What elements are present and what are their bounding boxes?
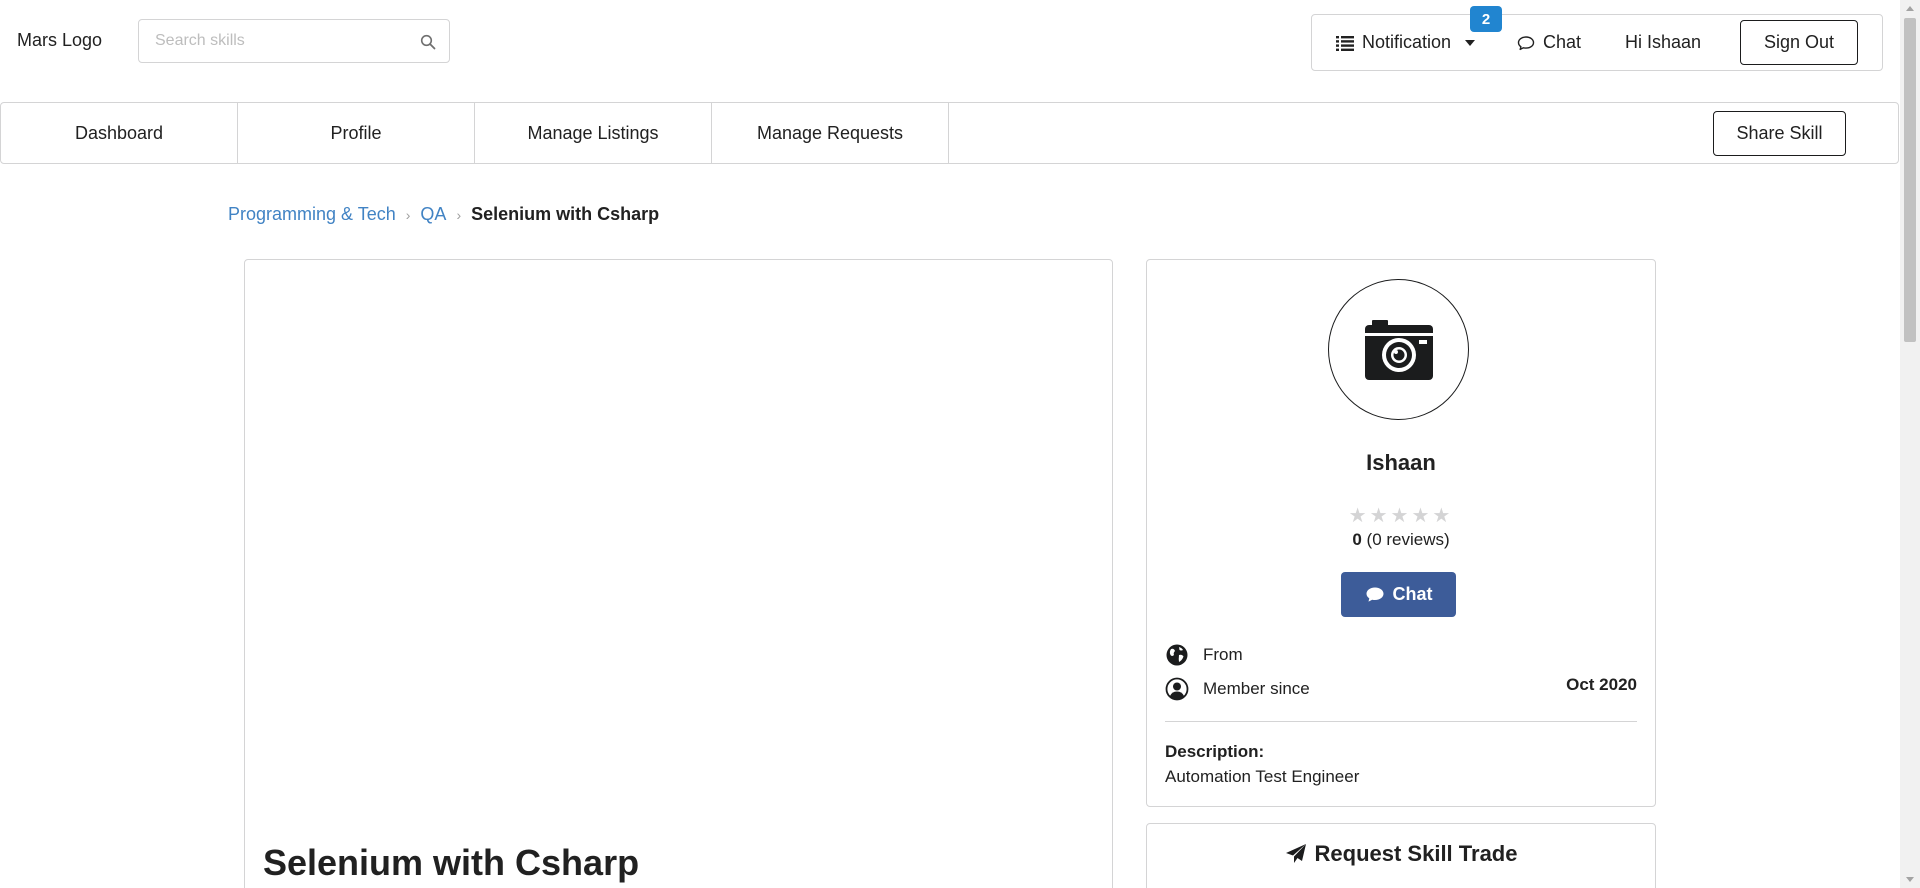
request-skill-trade-button[interactable]: Request Skill Trade <box>1147 841 1655 867</box>
request-skill-trade-card: Request Skill Trade <box>1146 823 1656 888</box>
nav-item-manage-requests[interactable]: Manage Requests <box>712 103 949 163</box>
caret-down-icon <box>1465 39 1476 46</box>
breadcrumb-category-link[interactable]: Programming & Tech <box>228 204 396 225</box>
rating-summary: 0 (0 reviews) <box>1147 530 1655 550</box>
chat-button-label: Chat <box>1392 584 1433 604</box>
star-rating: ★★★★★ <box>1348 505 1454 527</box>
skill-detail-card: Selenium with Csharp <box>244 259 1113 888</box>
member-since-value: Oct 2020 <box>1566 675 1637 694</box>
chat-bubble-icon <box>1517 35 1535 50</box>
share-skill-button[interactable]: Share Skill <box>1713 111 1846 156</box>
seller-name: Ishaan <box>1366 450 1436 475</box>
top-menu: Notification 2 Chat Hi Ishaan Sign Out <box>1311 6 1883 71</box>
breadcrumb-current: Selenium with Csharp <box>471 204 660 224</box>
request-skill-trade-label: Request Skill Trade <box>1314 841 1518 866</box>
chat-label: Chat <box>1543 32 1582 52</box>
user-greeting[interactable]: Hi Ishaan <box>1625 15 1701 70</box>
breadcrumb-divider: › <box>456 206 462 223</box>
vertical-scrollbar[interactable] <box>1900 0 1920 888</box>
site-logo[interactable]: Mars Logo <box>17 30 102 51</box>
avatar[interactable] <box>1328 279 1469 420</box>
description-value: Automation Test Engineer <box>1165 767 1360 786</box>
chat-bubble-icon <box>1366 587 1383 602</box>
paper-plane-icon <box>1285 844 1306 863</box>
skill-title: Selenium with Csharp <box>263 842 640 883</box>
sign-out-button[interactable]: Sign Out <box>1740 20 1858 65</box>
breadcrumb: Programming & Tech › QA › Selenium with … <box>228 204 659 225</box>
globe-icon <box>1166 644 1188 666</box>
search-box <box>138 19 450 63</box>
main-nav-menu: Dashboard Profile Manage Listings Manage… <box>0 102 1899 164</box>
review-count: (0 reviews) <box>1366 530 1450 549</box>
rating-value: 0 <box>1352 530 1362 549</box>
user-circle-icon <box>1165 677 1189 701</box>
from-label: From <box>1203 645 1243 664</box>
search-input[interactable] <box>139 20 409 62</box>
scrollbar-thumb[interactable] <box>1904 18 1916 342</box>
notification-count-badge: 2 <box>1470 6 1502 32</box>
divider <box>1165 721 1637 722</box>
nav-item-dashboard[interactable]: Dashboard <box>1 103 238 163</box>
description-label: Description: <box>1165 742 1265 761</box>
from-row: From <box>1165 643 1243 667</box>
notification-label: Notification <box>1362 32 1452 52</box>
notification-dropdown[interactable]: Notification <box>1336 15 1476 70</box>
seller-profile-card: Ishaan ★★★★★ 0 (0 reviews) Chat From Mem… <box>1146 259 1656 807</box>
nav-item-profile[interactable]: Profile <box>238 103 475 163</box>
camera-icon <box>1364 319 1433 380</box>
breadcrumb-divider: › <box>405 206 411 223</box>
nav-item-manage-listings[interactable]: Manage Listings <box>475 103 712 163</box>
member-since-label: Member since <box>1203 679 1310 698</box>
list-icon <box>1336 35 1354 51</box>
chat-link[interactable]: Chat <box>1517 15 1581 70</box>
scroll-down-arrow-icon[interactable] <box>1906 877 1914 882</box>
search-icon[interactable] <box>420 34 436 50</box>
member-since-row: Member since <box>1165 677 1310 701</box>
scroll-up-arrow-icon[interactable] <box>1906 6 1914 11</box>
breadcrumb-subcategory-link[interactable]: QA <box>420 204 446 225</box>
chat-button[interactable]: Chat <box>1341 572 1456 617</box>
